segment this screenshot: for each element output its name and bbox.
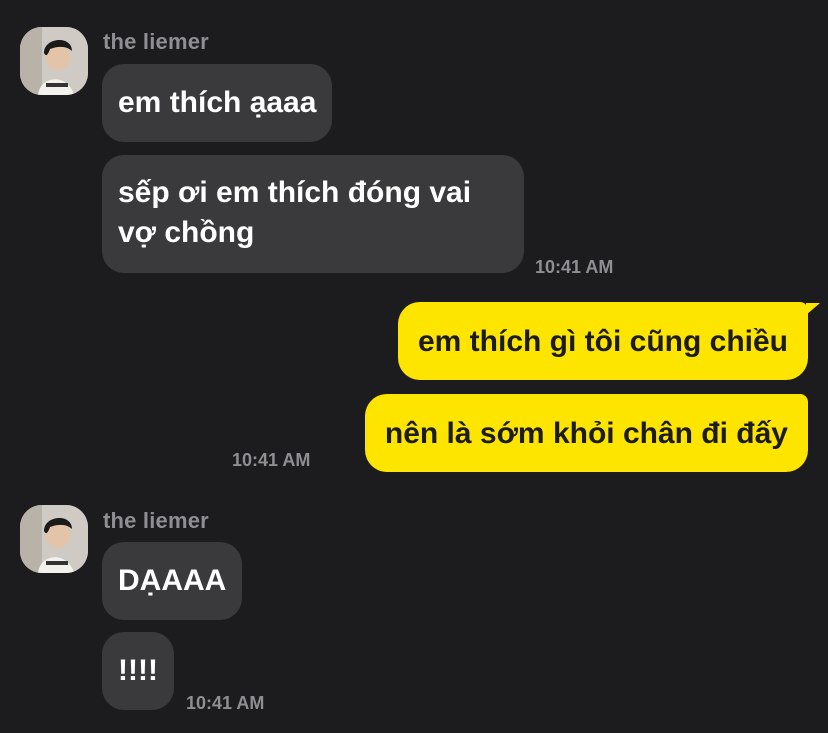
message-text: sếp ơi em thích đóng vai vợ chồng: [118, 176, 472, 249]
avatar-photo: [20, 27, 88, 95]
outgoing-message-bubble[interactable]: nên là sớm khỏi chân đi đấy: [364, 394, 808, 472]
sender-name: the liemer: [103, 29, 209, 54]
incoming-message-bubble[interactable]: !!!!: [102, 632, 174, 710]
message-timestamp: 10:41 AM: [535, 257, 614, 277]
bubble-tail: [806, 303, 820, 315]
outgoing-message-bubble[interactable]: em thích gì tôi cũng chiều: [397, 302, 808, 380]
incoming-message-bubble[interactable]: DẠAAA: [102, 542, 243, 620]
message-text: DẠAAA: [118, 564, 227, 597]
avatar-photo: [20, 505, 88, 573]
avatar[interactable]: [20, 27, 88, 95]
incoming-message-bubble[interactable]: sếp ơi em thích đóng vai vợ chồng: [102, 155, 524, 273]
incoming-message-bubble[interactable]: em thích ạaaa: [102, 64, 333, 142]
message-text: em thích gì tôi cũng chiều: [417, 325, 788, 358]
message-text: nên là sớm khỏi chân đi đấy: [384, 417, 788, 450]
sender-name: the liemer: [103, 508, 209, 533]
message-text: !!!!: [118, 654, 158, 687]
message-timestamp: 10:41 AM: [232, 450, 311, 470]
message-text: em thích ạaaa: [118, 86, 317, 119]
avatar[interactable]: [20, 505, 88, 573]
message-timestamp: 10:41 AM: [186, 693, 265, 713]
